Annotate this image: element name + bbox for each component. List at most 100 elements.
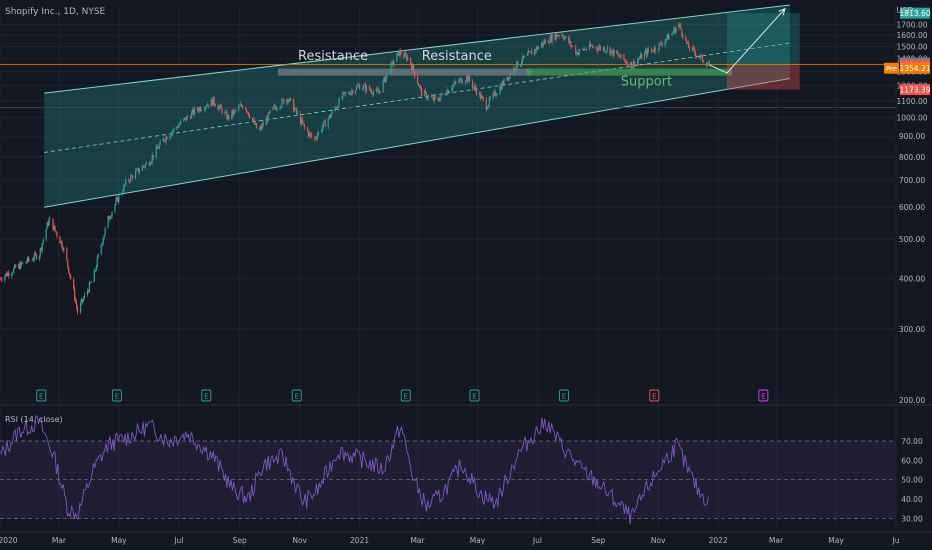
candle-body xyxy=(547,39,549,43)
time-tick-label: Mar xyxy=(769,536,784,545)
candle-body xyxy=(0,278,2,280)
candle-body xyxy=(634,61,636,67)
candle-body xyxy=(637,59,640,60)
earnings-marker-label: E xyxy=(472,393,476,401)
candle-body xyxy=(203,109,205,111)
candle-body xyxy=(362,85,365,89)
candle-body xyxy=(135,169,138,172)
candle-body xyxy=(302,123,305,125)
candle-body xyxy=(361,88,364,90)
candle-body xyxy=(111,212,113,217)
candle-body xyxy=(510,73,512,75)
candle-body xyxy=(637,59,639,67)
candle-body xyxy=(461,78,463,84)
candle-body xyxy=(95,267,97,271)
candle-body xyxy=(32,259,35,261)
candle-body xyxy=(475,89,478,95)
symbol-title: Shopify Inc., 1D, NYSE xyxy=(5,7,106,17)
candle-body xyxy=(702,61,705,63)
candle-body xyxy=(350,92,352,95)
time-tick-label: 2022 xyxy=(709,536,728,545)
candle-body xyxy=(618,54,620,57)
price-tick-label: 600.00 xyxy=(899,203,925,212)
candle-body xyxy=(352,90,354,94)
candle-body xyxy=(526,53,529,56)
candle-body xyxy=(121,192,123,195)
candle-body xyxy=(605,50,607,52)
price-axis-marker-label: 1173.39 xyxy=(899,86,930,95)
candle-body xyxy=(625,60,627,63)
candle-body xyxy=(356,86,358,91)
candle-body xyxy=(104,227,106,235)
price-tick-label: 900.00 xyxy=(899,132,925,141)
candle-body xyxy=(283,99,285,104)
candle-body xyxy=(495,95,497,96)
candle-body xyxy=(321,127,323,132)
candle-body xyxy=(685,37,687,40)
time-tick-label: 2020 xyxy=(0,536,18,545)
time-tick-label: 2021 xyxy=(350,536,369,545)
time-tick-label: Sep xyxy=(233,536,247,545)
candle-body xyxy=(183,118,185,121)
candle-body xyxy=(675,28,677,34)
candle-body xyxy=(695,55,698,57)
candle-body xyxy=(638,58,641,60)
candle-body xyxy=(245,109,248,113)
candle-body xyxy=(49,218,51,219)
candle-body xyxy=(660,42,662,45)
time-tick-label: May xyxy=(470,536,486,545)
candle-body xyxy=(152,155,154,158)
candle-body xyxy=(427,95,429,99)
candle-body xyxy=(274,105,276,108)
candle-body xyxy=(90,282,92,283)
candle-body xyxy=(290,98,292,100)
candle-body xyxy=(372,91,374,95)
chart-canvas[interactable]: Resistance Resistance Support E E E E E E E E E 30… xyxy=(0,0,932,550)
candle-body xyxy=(386,72,388,77)
candle-body xyxy=(661,44,663,46)
candle-body xyxy=(689,47,691,50)
candle-body xyxy=(327,119,329,127)
candle-body xyxy=(199,107,202,111)
candle-body xyxy=(693,47,695,49)
candle-body xyxy=(679,23,681,25)
candle-body xyxy=(255,123,258,129)
candle-body xyxy=(544,39,546,44)
candle-body xyxy=(125,180,127,185)
candle-body xyxy=(25,262,28,263)
candle-body xyxy=(595,46,597,49)
candle-body xyxy=(565,36,567,38)
candle-body xyxy=(496,93,498,96)
candle-body xyxy=(410,57,412,65)
profit-zone xyxy=(727,13,800,65)
candle-body xyxy=(424,90,427,93)
candle-body xyxy=(173,128,175,131)
candle-body xyxy=(647,49,650,52)
candle-body xyxy=(610,50,612,55)
candle-body xyxy=(114,204,116,213)
candle-body xyxy=(280,105,282,108)
candle-body xyxy=(481,95,483,98)
candle-body xyxy=(708,61,710,64)
candle-body xyxy=(218,106,220,110)
time-tick-label: Nov xyxy=(292,536,307,545)
candle-body xyxy=(355,90,357,94)
candle-body xyxy=(279,107,281,109)
candle-body xyxy=(694,52,697,57)
candle-body xyxy=(15,264,17,268)
candle-body xyxy=(597,47,599,51)
candle-body xyxy=(425,92,427,99)
candle-body xyxy=(345,92,347,94)
candle-body xyxy=(166,136,168,140)
earnings-marker-label: E xyxy=(404,393,408,401)
candle-body xyxy=(441,93,443,95)
candle-body xyxy=(94,270,96,271)
candle-body xyxy=(671,32,673,36)
time-tick-label: Jul xyxy=(173,536,183,545)
candle-body xyxy=(688,42,690,48)
earnings-marker-label: E xyxy=(39,393,43,401)
candle-body xyxy=(124,184,126,186)
candle-body xyxy=(640,53,643,59)
candle-body xyxy=(376,88,378,91)
candle-body xyxy=(419,85,422,88)
